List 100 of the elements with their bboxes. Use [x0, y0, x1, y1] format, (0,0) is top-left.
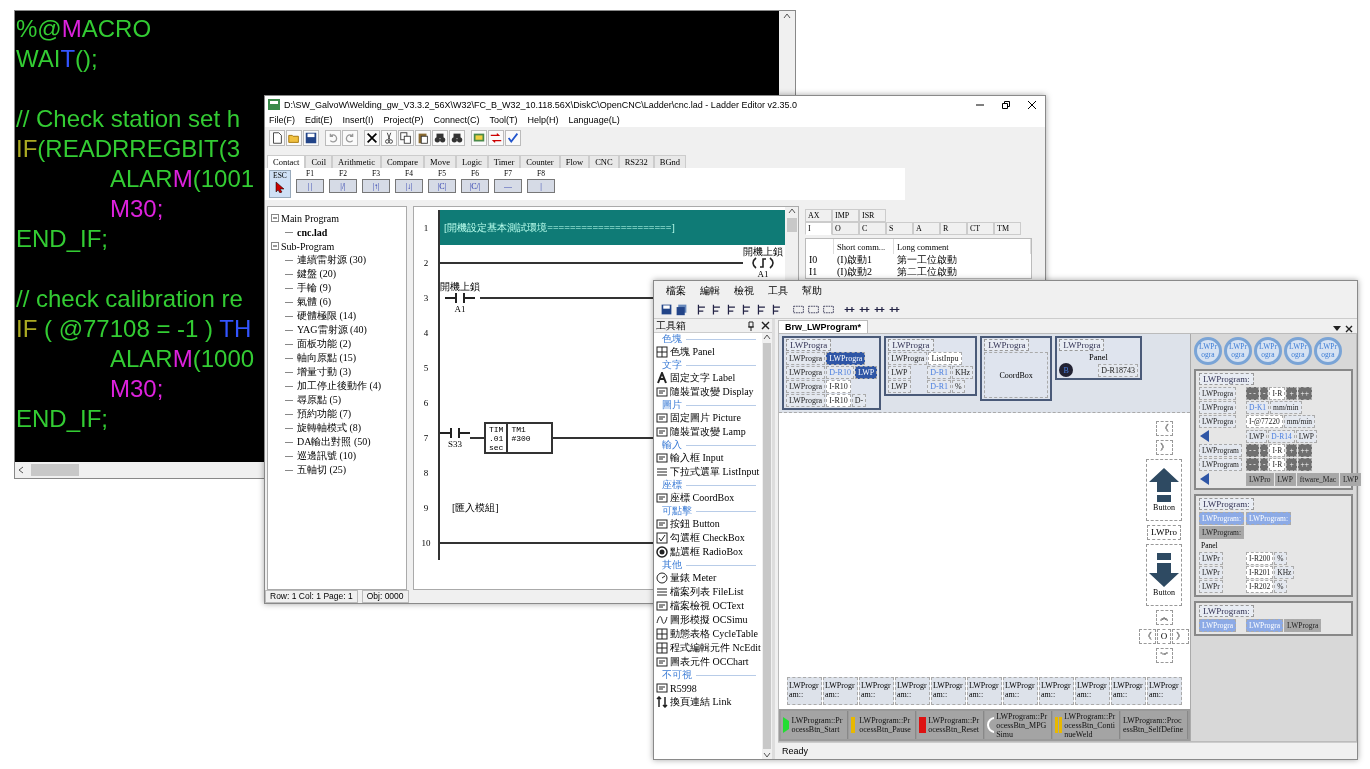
device-tab[interactable]: S — [886, 222, 913, 235]
scrollbar-thumb[interactable] — [31, 464, 79, 476]
category-tab[interactable]: Move — [424, 155, 456, 168]
category-tab[interactable]: Contact — [267, 155, 306, 168]
tree-item[interactable]: 尋原點 (5) — [297, 393, 342, 407]
control-panel[interactable]: LWProgra LWProgra LWProgra LWProgra D-R10 LWP LWProgra I-R10 LWProgra I-R10 D- — [782, 336, 882, 410]
toolbox-category[interactable]: 其他 — [662, 558, 682, 572]
category-tab[interactable]: Compare — [380, 155, 425, 168]
menu-item[interactable]: File(F) — [269, 115, 295, 125]
tree-item[interactable]: 連續雷射源 (30) — [297, 253, 367, 267]
program-button[interactable]: LWProgram:: — [1111, 677, 1146, 705]
size-icon[interactable] — [807, 303, 820, 316]
toolbox-item[interactable]: 換頁連結 Link — [670, 695, 732, 709]
nav-button[interactable]: O — [1156, 629, 1172, 644]
tree-item[interactable]: 手輪 (9) — [297, 281, 332, 295]
menu-item[interactable]: Edit(E) — [305, 115, 333, 125]
process-button[interactable]: LWProgram::ProcessBtn_Reset — [917, 711, 984, 739]
process-button[interactable]: LWProgram::ProcessBtn_MPGSimu — [985, 711, 1052, 739]
input-field[interactable]: I-R10 — [826, 394, 851, 407]
program-button[interactable]: LWProgram:: — [895, 677, 930, 705]
toolbox-category[interactable]: 文字 — [662, 358, 682, 372]
device-tab[interactable]: A — [913, 222, 940, 235]
program-button[interactable]: LWProgram:: — [823, 677, 858, 705]
input-field[interactable]: ListInpu — [928, 352, 962, 365]
process-button[interactable]: LWProgram::ProcessBtn_Start — [781, 711, 848, 739]
button-control[interactable]: LWP — [854, 366, 878, 379]
program-button[interactable]: LWProgram:: — [967, 677, 1002, 705]
control-panel[interactable]: LWProgra Panel B D-R18743 — [1055, 336, 1142, 380]
toolbox-item[interactable]: 圖表元件 OCChart — [670, 655, 749, 669]
process-button[interactable]: LWProgram::ProcessBtn_SelfDefine — [1121, 711, 1188, 739]
menu-item[interactable]: 幫助 — [802, 284, 822, 298]
tree-item[interactable]: 預約功能 (7) — [297, 407, 352, 421]
toolbox-item[interactable]: 圖形模擬 OCSimu — [670, 613, 748, 627]
menu-item[interactable]: 檢視 — [734, 284, 754, 298]
toolbox-category[interactable]: 圖片 — [662, 398, 682, 412]
input-field[interactable]: I-R10 — [826, 380, 851, 393]
toolbox-item[interactable]: 下拉式選單 ListInput — [670, 465, 760, 479]
tree-item[interactable]: 硬體極限 (14) — [297, 309, 357, 323]
toolbox-item[interactable]: R5998 — [670, 682, 697, 694]
column-header[interactable]: Long comment — [894, 239, 1031, 254]
tree-item[interactable]: 旋轉軸模式 (8) — [297, 421, 362, 435]
tree-item[interactable]: 鍵盤 (20) — [297, 267, 337, 281]
timer-block[interactable]: TIM .01 sec TM1 #300 — [484, 421, 553, 454]
round-button[interactable]: B — [1059, 363, 1074, 377]
control-panel[interactable]: LWProgra CoordBox — [980, 336, 1053, 401]
contact-symbol[interactable] — [445, 291, 475, 304]
arrow-button[interactable]: Button — [1146, 544, 1182, 606]
device-tab[interactable]: C — [859, 222, 886, 235]
toolbox-category[interactable]: 可點擊 — [662, 504, 692, 518]
program-button[interactable]: LWProgram:: — [1147, 677, 1182, 705]
device-tab[interactable]: CT — [967, 222, 994, 235]
find-icon[interactable] — [449, 130, 465, 146]
toolbox-item[interactable]: 色塊 Panel — [670, 345, 715, 359]
tree-item[interactable]: Sub-Program — [281, 240, 335, 252]
program-button[interactable]: LWProgram:: — [787, 677, 822, 705]
toolbox-item[interactable]: 隨裝置改變 Display — [670, 385, 754, 399]
paste-icon[interactable] — [415, 130, 431, 146]
nav-button[interactable]: ︽ — [1155, 610, 1173, 625]
menu-item[interactable]: Help(H) — [527, 115, 559, 125]
cut-icon[interactable] — [381, 130, 397, 146]
tree-item[interactable]: 加工停止後動作 (4) — [297, 379, 382, 393]
close-icon[interactable] — [761, 320, 770, 330]
program-button[interactable]: LWProgram:: — [859, 677, 894, 705]
toolbox-item[interactable]: 檔案列表 FileList — [670, 585, 744, 599]
column-header[interactable]: Short comm... — [834, 239, 894, 254]
scroll-up-icon[interactable] — [763, 333, 771, 341]
menu-item[interactable]: 編輯 — [700, 284, 720, 298]
menu-item[interactable]: Language(L) — [568, 115, 620, 125]
category-tab[interactable]: RS232 — [618, 155, 654, 168]
nav-button[interactable]: ︾ — [1155, 648, 1173, 663]
toolbox-item[interactable]: 隨裝置改變 Lamp — [670, 425, 746, 439]
tree-item[interactable]: Main Program — [281, 212, 340, 224]
device-tab[interactable]: TM — [994, 222, 1021, 235]
category-tab[interactable]: BGnd — [653, 155, 687, 168]
program-button[interactable]: LWProgram:: — [1003, 677, 1038, 705]
rung-comment[interactable]: [開機設定基本測試環境======================] — [440, 210, 785, 245]
category-tab[interactable]: CNC — [589, 155, 619, 168]
scroll-down-icon[interactable] — [763, 751, 771, 759]
collapse-icon[interactable] — [271, 242, 279, 250]
arrow-button[interactable]: Button — [1146, 459, 1182, 521]
tree-item[interactable]: cnc.lad — [297, 226, 328, 238]
collapse-icon[interactable] — [271, 214, 279, 222]
toolbox-item[interactable]: 固定圖片 Picture — [670, 411, 741, 425]
menu-item[interactable]: 檔案 — [666, 284, 686, 298]
left-arrow-icon[interactable] — [1199, 472, 1211, 486]
toolbox-item[interactable]: 固定文字 Label — [670, 371, 736, 385]
category-tab[interactable]: Counter — [520, 155, 560, 168]
menu-item[interactable]: Tool(T) — [489, 115, 518, 125]
process-button[interactable]: LWProgram::ProcessBtn_ContinueWeld — [1053, 711, 1120, 739]
tree-item[interactable]: 面板功能 (2) — [297, 337, 352, 351]
process-button[interactable]: LWProgram::ProcessBtn_Pause — [849, 711, 916, 739]
program-button[interactable]: LWProgram:: — [1075, 677, 1110, 705]
nav-button[interactable]: LWPro — [1147, 525, 1181, 540]
tree-item[interactable]: DA輸出對照 (50) — [297, 435, 371, 449]
device-tab[interactable]: ISR — [859, 209, 886, 222]
device-tab[interactable]: I — [805, 222, 832, 235]
button-control[interactable]: LWProgra — [826, 352, 866, 365]
save-icon[interactable] — [660, 303, 673, 316]
size-icon[interactable] — [822, 303, 835, 316]
toolbox-category[interactable]: 座標 — [662, 478, 682, 492]
